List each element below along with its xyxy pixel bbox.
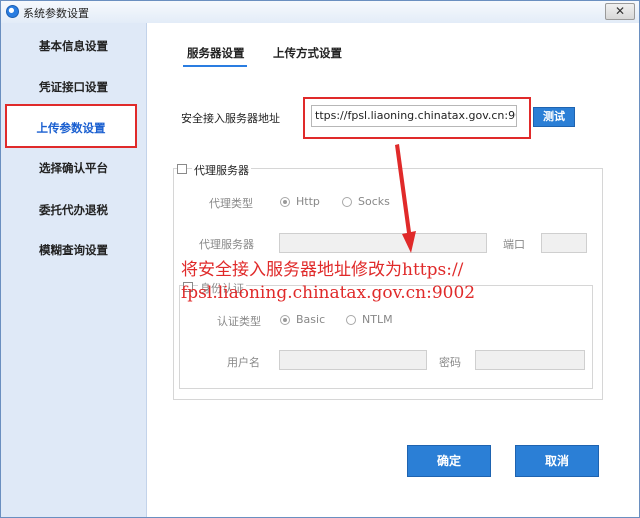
proxy-checkbox[interactable] [177, 164, 187, 174]
active-tab-indicator [183, 65, 247, 67]
settings-window: 系统参数设置 ✕ 基本信息设置 凭证接口设置 上传参数设置 选择确认平台 委托代… [0, 0, 640, 518]
instruction-annotation: 将安全接入服务器地址修改为https:// fpsl.liaoning.chin… [181, 260, 476, 303]
auth-ntlm-radio[interactable] [346, 315, 356, 325]
cancel-button[interactable]: 取消 [515, 445, 599, 477]
title-bar: 系统参数设置 ✕ [1, 1, 639, 24]
annotation-arrow-icon [395, 144, 416, 253]
username-label: 用户名 [227, 356, 260, 369]
close-button[interactable]: ✕ [605, 3, 635, 20]
tab-server-settings[interactable]: 服务器设置 [187, 45, 245, 61]
proxy-port-input[interactable] [541, 233, 587, 253]
ok-button[interactable]: 确定 [407, 445, 491, 477]
sidebar-item-upload-params[interactable]: 上传参数设置 [5, 104, 137, 148]
server-address-input[interactable]: ttps://fpsl.liaoning.chinatax.gov.cn:900… [311, 105, 517, 127]
proxy-checkbox-label: 代理服务器 [192, 162, 251, 178]
auth-basic-radio[interactable] [280, 315, 290, 325]
window-title: 系统参数设置 [23, 7, 89, 20]
auth-type-label: 认证类型 [217, 315, 261, 328]
app-icon [6, 5, 19, 18]
server-address-label: 安全接入服务器地址 [181, 112, 280, 125]
sidebar-item-fuzzy-query[interactable]: 模糊查询设置 [1, 237, 146, 263]
proxy-server-label: 代理服务器 [199, 238, 254, 251]
password-label: 密码 [439, 356, 461, 369]
sidebar-item-tax-refund-agent[interactable]: 委托代办退税 [1, 197, 146, 223]
auth-basic-label: Basic [296, 313, 326, 326]
proxy-type-label: 代理类型 [209, 197, 253, 210]
username-input[interactable] [279, 350, 427, 370]
proxy-socks-radio[interactable] [342, 197, 352, 207]
sidebar-item-confirm-platform[interactable]: 选择确认平台 [1, 155, 146, 181]
content-panel: 服务器设置 上传方式设置 安全接入服务器地址 ttps://fpsl.liaon… [147, 23, 639, 517]
sidebar-item-voucher-interface[interactable]: 凭证接口设置 [1, 74, 146, 100]
proxy-http-radio[interactable] [280, 197, 290, 207]
tab-upload-method[interactable]: 上传方式设置 [273, 45, 342, 61]
proxy-port-label: 端口 [503, 238, 525, 251]
auth-ntlm-label: NTLM [362, 313, 393, 326]
proxy-http-label: Http [296, 195, 320, 208]
sidebar: 基本信息设置 凭证接口设置 上传参数设置 选择确认平台 委托代办退税 模糊查询设… [1, 23, 147, 517]
password-input[interactable] [475, 350, 585, 370]
sidebar-item-basic-info[interactable]: 基本信息设置 [1, 33, 146, 59]
test-button[interactable]: 测试 [533, 107, 575, 127]
